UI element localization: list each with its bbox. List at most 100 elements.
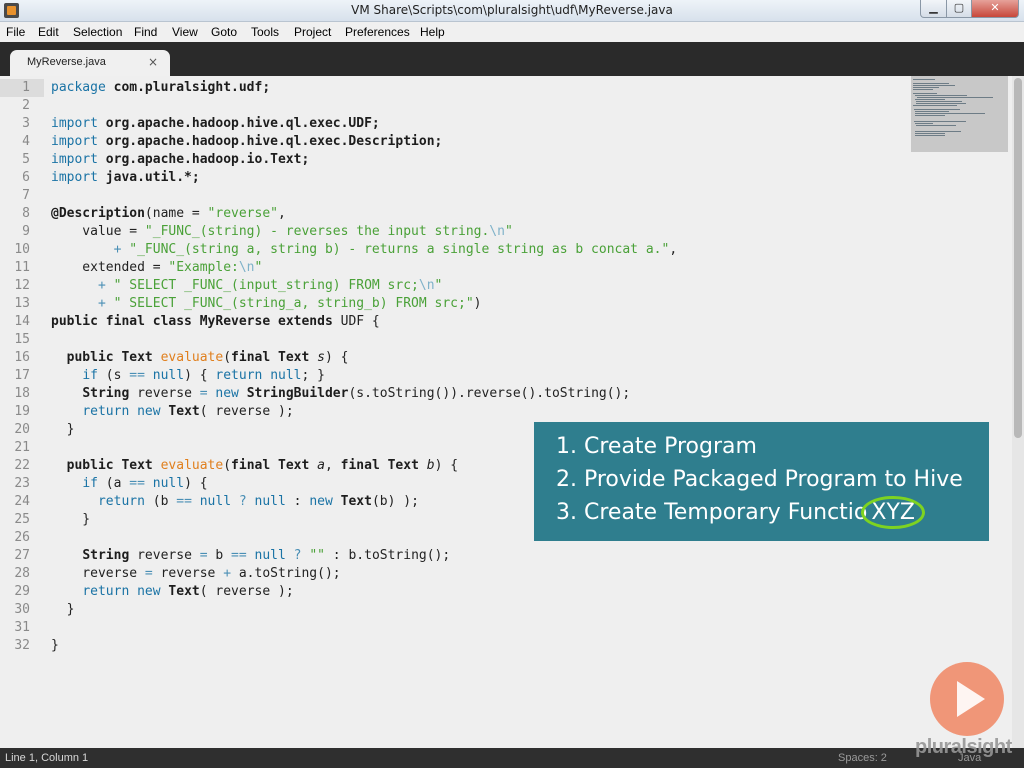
minimap-line [915, 99, 945, 100]
code-token: String [82, 548, 130, 563]
maximize-button[interactable]: ▢ [946, 0, 972, 18]
code-token: Text [387, 458, 419, 473]
code-token: , [669, 242, 678, 257]
indentation-setting[interactable]: Spaces: 2 [838, 752, 887, 764]
code-token: "Example: [168, 260, 239, 275]
code-token: ? [293, 548, 302, 563]
minimap-line [915, 133, 945, 134]
minimap[interactable] [911, 76, 1008, 152]
tab-myreverse[interactable]: MyReverse.java × [10, 50, 170, 76]
code-token: + [97, 278, 106, 293]
code-token: } [51, 422, 75, 437]
status-bar: Line 1, Column 1 Spaces: 2 Java [0, 748, 1024, 768]
vertical-scrollbar[interactable] [1012, 76, 1024, 748]
code-line: String reverse = b == null ? "" : b.toSt… [51, 547, 450, 565]
code-line: import java.util.*; [51, 169, 200, 187]
scrollbar-thumb[interactable] [1014, 78, 1022, 438]
code-token: org.apache.hadoop.hive.ql.exec.UDF; [97, 116, 380, 131]
code-token: com.pluralsight.udf; [105, 80, 271, 95]
code-token: org.apache.hadoop.io.Text; [97, 152, 310, 167]
code-token: reverse [152, 566, 224, 581]
code-token: " [434, 278, 443, 293]
minimap-line [915, 111, 949, 112]
line-number: 27 [14, 548, 30, 563]
code-token: final [340, 458, 380, 473]
line-number: 21 [14, 440, 30, 455]
code-token: " [254, 260, 263, 275]
code-token: return [82, 584, 130, 599]
code-line: } [51, 421, 75, 439]
tab-label: MyReverse.java [27, 56, 106, 68]
brand-logo: pluralsight [915, 736, 1012, 758]
code-token: java.util.*; [97, 170, 200, 185]
line-number-gutter: 1 2 3 4 5 6 7 8 9 10 11 12 13 14 15 16 1… [0, 76, 44, 748]
code-line: public Text evaluate(final Text a, final… [51, 457, 458, 475]
close-window-button[interactable]: ✕ [971, 0, 1019, 18]
code-token: = [199, 548, 208, 563]
code-token: extends [278, 314, 333, 329]
code-token: null [152, 476, 185, 491]
code-token: : [285, 494, 310, 509]
minimap-line [916, 101, 962, 102]
line-number: 16 [14, 350, 30, 365]
code-line: } [51, 511, 90, 529]
tab-close-icon[interactable]: × [148, 55, 158, 69]
code-token: } [51, 638, 59, 653]
menu-tools[interactable]: Tools [251, 25, 279, 39]
minimap-line [916, 103, 966, 104]
line-number: 4 [22, 134, 30, 149]
menu-help[interactable]: Help [420, 25, 445, 39]
code-line: return (b == null ? null : new Text(b) )… [51, 493, 419, 511]
code-token: (s.toString()).reverse().toString(); [348, 386, 631, 401]
code-line: return new Text( reverse ); [51, 403, 293, 421]
code-area[interactable]: package com.pluralsight.udf; import org.… [51, 76, 1011, 748]
line-number: 20 [14, 422, 30, 437]
code-token: b [426, 458, 435, 473]
menu-edit[interactable]: Edit [38, 25, 59, 39]
minimize-button[interactable]: ▁ [920, 0, 947, 18]
line-number: 14 [14, 314, 30, 329]
code-token: evaluate [160, 350, 224, 365]
code-token: Text [121, 350, 153, 365]
play-icon[interactable] [930, 662, 1004, 736]
menu-file[interactable]: File [6, 25, 25, 39]
code-token: MyReverse [199, 314, 271, 329]
minimap-line [913, 85, 955, 86]
line-number: 8 [22, 206, 30, 221]
code-line: public final class MyReverse extends UDF… [51, 313, 380, 331]
code-token: = [199, 386, 208, 401]
code-token: == [231, 548, 247, 563]
code-line: import org.apache.hadoop.hive.ql.exec.De… [51, 133, 442, 151]
code-token: : b.toString(); [324, 548, 451, 563]
menu-find[interactable]: Find [134, 25, 157, 39]
menu-selection[interactable]: Selection [73, 25, 122, 39]
line-number: 19 [14, 404, 30, 419]
menu-preferences[interactable]: Preferences [345, 25, 410, 39]
line-number: 11 [14, 260, 30, 275]
code-editor[interactable]: 1 2 3 4 5 6 7 8 9 10 11 12 13 14 15 16 1… [0, 76, 1012, 748]
line-number: 5 [22, 152, 30, 167]
menu-project[interactable]: Project [294, 25, 331, 39]
code-token: Text [168, 584, 200, 599]
code-token: s [317, 350, 325, 365]
line-number: 31 [14, 620, 30, 635]
code-token: import [51, 134, 98, 149]
code-line: @Description(name = "reverse", [51, 205, 286, 223]
menu-view[interactable]: View [172, 25, 198, 39]
code-line: + " SELECT _FUNC_(string_a, string_b) FR… [51, 295, 482, 313]
code-token: (b [144, 494, 177, 509]
menu-goto[interactable]: Goto [211, 25, 237, 39]
code-token: org.apache.hadoop.hive.ql.exec.Descripti… [97, 134, 443, 149]
minimap-line [913, 83, 949, 84]
